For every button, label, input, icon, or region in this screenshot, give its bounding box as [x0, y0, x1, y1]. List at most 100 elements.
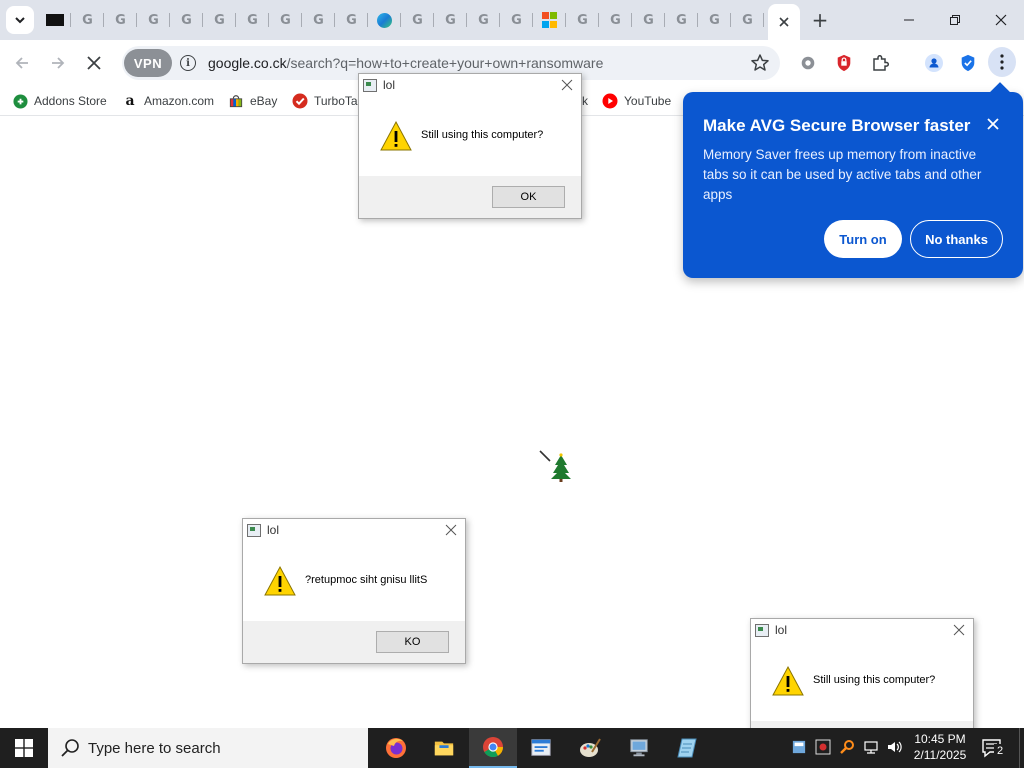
taskbar-monitor-app[interactable]	[615, 728, 663, 768]
browser-tab[interactable]: G	[269, 5, 302, 35]
tab-search-button[interactable]	[6, 6, 34, 34]
extensions-puzzle-icon[interactable]	[868, 51, 892, 75]
active-tab[interactable]	[768, 4, 800, 40]
bookmark-youtube[interactable]: YouTube	[602, 92, 671, 110]
close-tab-icon[interactable]	[778, 16, 790, 28]
turn-on-button[interactable]: Turn on	[824, 220, 902, 258]
popup-title: Make AVG Secure Browser faster	[703, 116, 971, 135]
profile-icon[interactable]	[922, 51, 946, 75]
dialog-titlebar[interactable]: lol	[359, 74, 581, 98]
google-icon: G	[214, 12, 225, 28]
taskbar-file-explorer[interactable]	[420, 728, 468, 768]
taskbar-window-app[interactable]	[517, 728, 565, 768]
browser-tab[interactable]: G	[467, 5, 500, 35]
volume-icon[interactable]	[885, 738, 903, 756]
browser-tab[interactable]: G	[137, 5, 170, 35]
url-text[interactable]: google.co.ck/search?q=how+to+create+your…	[208, 55, 603, 71]
site-info-icon[interactable]: i	[180, 55, 196, 71]
back-button[interactable]	[8, 49, 36, 77]
dialog-message: Still using this computer?	[813, 674, 936, 686]
google-icon: G	[181, 12, 192, 28]
new-tab-button[interactable]: +	[808, 8, 832, 32]
minimize-button[interactable]	[886, 0, 932, 40]
dialog-message: Still using this computer?	[421, 129, 544, 141]
ebay-icon	[228, 93, 244, 109]
amazon-icon: a	[125, 93, 135, 109]
close-icon[interactable]	[561, 79, 573, 91]
app-window-icon	[247, 524, 261, 537]
browser-tab[interactable]: G	[401, 5, 434, 35]
dialog-body: ?retupmoc siht gnisu llitS	[243, 543, 465, 621]
dialog-body: Still using this computer?	[751, 643, 973, 721]
restore-button[interactable]	[932, 0, 978, 40]
browser-tab[interactable]: G	[500, 5, 533, 35]
ko-button[interactable]: KO	[376, 631, 449, 653]
browser-tab[interactable]: G	[170, 5, 203, 35]
start-button[interactable]	[0, 728, 48, 768]
taskbar-notepad[interactable]	[664, 728, 712, 768]
action-center-button[interactable]: 2	[980, 736, 1006, 760]
app-window-icon	[363, 79, 377, 92]
tray-app-icon[interactable]	[790, 738, 808, 756]
google-icon: G	[247, 12, 258, 28]
dialog-titlebar[interactable]: lol	[243, 519, 465, 543]
bookmark-addons-store[interactable]: Addons Store	[12, 92, 107, 110]
tab-list: GGGGGGGGGGGGGGGGGGG	[38, 5, 764, 35]
ok-button[interactable]: OK	[492, 186, 565, 208]
browser-tab[interactable]: G	[731, 5, 764, 35]
url-path: /search?q=how+to+create+your+own+ransomw…	[286, 55, 604, 71]
google-icon: G	[445, 12, 456, 28]
bookmark-ebay[interactable]: eBay	[228, 92, 277, 110]
clock-time: 10:45 PM	[914, 732, 966, 746]
network-icon[interactable]	[862, 738, 880, 756]
browser-tab[interactable]: G	[632, 5, 665, 35]
tray-security-icon[interactable]	[814, 738, 832, 756]
taskbar-search[interactable]: Type here to search	[48, 728, 368, 768]
browser-tab[interactable]: G	[665, 5, 698, 35]
browser-tab[interactable]: G	[335, 5, 368, 35]
taskbar-firefox[interactable]	[372, 728, 420, 768]
browser-tab[interactable]: G	[104, 5, 137, 35]
dialog-titlebar[interactable]: lol	[751, 619, 973, 643]
taskbar-clock[interactable]: 10:45 PM 2/11/2025	[908, 731, 972, 763]
bookmark-amazon[interactable]: a Amazon.com	[122, 92, 214, 110]
close-icon[interactable]	[445, 524, 457, 536]
show-desktop-button[interactable]	[1019, 728, 1024, 768]
adblock-shield-icon[interactable]	[832, 51, 856, 75]
privacy-extension-icon[interactable]	[796, 51, 820, 75]
browser-tab[interactable]: G	[236, 5, 269, 35]
browser-tab[interactable]: G	[599, 5, 632, 35]
kebab-menu-icon	[1000, 54, 1004, 70]
google-icon: G	[577, 12, 588, 28]
browser-menu-button[interactable]	[988, 47, 1016, 77]
bookmark-partial[interactable]: k	[582, 92, 588, 110]
browser-tab[interactable]: G	[71, 5, 104, 35]
taskbar-paint[interactable]	[566, 728, 614, 768]
microsoft-icon	[542, 12, 558, 28]
close-icon[interactable]	[953, 624, 965, 636]
browser-tab[interactable]: G	[302, 5, 335, 35]
browser-tab[interactable]: G	[203, 5, 236, 35]
bookmark-star-icon[interactable]	[750, 53, 770, 73]
browser-tab[interactable]: G	[698, 5, 731, 35]
avg-shield-icon[interactable]	[956, 51, 980, 75]
no-thanks-button[interactable]: No thanks	[910, 220, 1003, 258]
forward-button[interactable]	[44, 49, 72, 77]
bookmark-label: Addons Store	[34, 94, 107, 108]
vpn-button[interactable]: VPN	[124, 49, 172, 77]
bookmark-turbotax[interactable]: TurboTa	[292, 92, 358, 110]
taskbar-chrome[interactable]	[469, 728, 517, 768]
google-icon: G	[478, 12, 489, 28]
tray-search-tool-icon[interactable]	[838, 738, 856, 756]
browser-tab[interactable]: G	[434, 5, 467, 35]
stop-loading-button[interactable]	[80, 49, 108, 77]
clock-date: 2/11/2025	[913, 748, 967, 762]
close-window-button[interactable]	[978, 0, 1024, 40]
browser-tab[interactable]: G	[566, 5, 599, 35]
browser-tab[interactable]	[368, 5, 401, 35]
christmas-tree-cursor-icon	[539, 450, 571, 482]
google-icon: G	[115, 12, 126, 28]
browser-tab[interactable]	[533, 5, 566, 35]
close-icon[interactable]	[987, 118, 999, 130]
browser-tab[interactable]	[38, 5, 71, 35]
